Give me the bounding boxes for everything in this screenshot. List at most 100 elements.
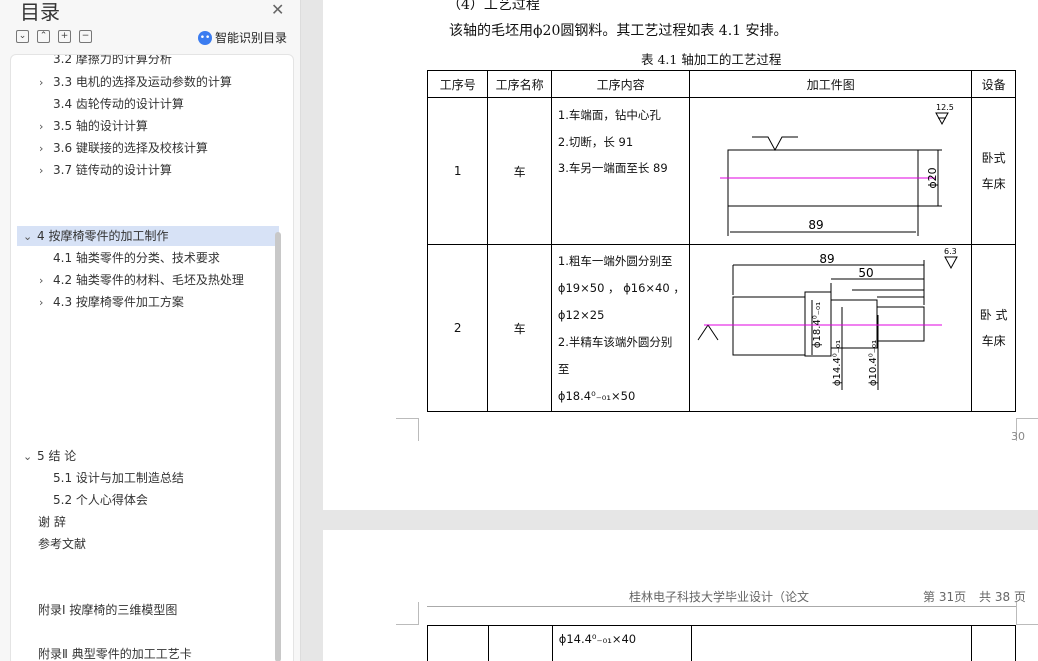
toc-item-label: 3.4 齿轮传动的设计计算 [53,97,184,111]
toc-item-4-1[interactable]: 4.1 轴类零件的分类、技术要求 [53,248,220,268]
dim-dia-14-4: ϕ14.4⁰₋₀₁ [832,340,843,386]
page-31: 桂林电子科技大学毕业设计（论文 第 31页 共 38 页 ϕ14.4⁰₋₀₁×4… [323,530,1038,661]
dim-diameter: ϕ20 [926,167,939,188]
toc-item-appendix-1[interactable]: 附录Ⅰ 按摩椅的三维模型图 [38,600,177,620]
chevron-right-icon: › [39,164,44,177]
toc-title: 目录 [20,0,60,24]
content-line: 1.粗车一端外圆分别至 [557,254,673,268]
content-line: 至 [557,362,570,376]
toc-item-label: 3.7 链传动的设计计算 [53,163,172,177]
chevron-down-icon: ⌄ [23,450,33,463]
toc-item-label: 4 按摩椅零件的加工制作 [37,229,169,243]
smart-toc-label: 智能识别目录 [215,31,288,45]
expand-up-icon[interactable]: ⌃ [37,30,50,43]
roughness-label: 12.5 [936,103,954,112]
header-cell: 工序名称 [487,70,552,98]
device-cell: 卧 式 车床 [971,244,1016,412]
page-corner-mark [396,418,419,441]
header-total: 共 38 页 [979,590,1026,604]
chevron-right-icon: › [39,274,44,287]
toc-item-references[interactable]: 参考文献 [38,534,86,554]
header-title: 桂林电子科技大学毕业设计（论文 [629,590,810,604]
roughness-label: 6.3 [944,247,957,256]
content-line: ϕ18.4⁰₋₀₁×50 [557,389,636,403]
part-drawing-2: 89 50 ϕ18.4⁰₋₀₁ ϕ14.4⁰₋₀₁ ϕ10.4⁰₋₀₁ 6.3 [697,247,959,390]
toc-item-4[interactable]: ⌄ 4 按摩椅零件的加工制作 [17,226,279,246]
toc-list: 3.2 摩擦力的计算分析 › 3.3 电机的选择及运动参数的计算 3.4 齿轮传动… [10,54,294,661]
document-view: （4）工艺过程 该轴的毛坯用ϕ20圆钢料。其工艺过程如表 4.1 安排。 表 4… [301,0,1038,661]
step-no: 2 [426,244,489,412]
section-heading: （4）工艺过程 [447,0,540,13]
toc-item-3-3[interactable]: › 3.3 电机的选择及运动参数的计算 [39,72,232,92]
toc-item-appendix-2[interactable]: 附录Ⅱ 典型零件的加工工艺卡 [38,644,192,661]
header-cell: 设备 [971,70,1016,98]
table-row: ϕ14.4⁰₋₀₁×40 [427,625,1016,661]
toc-scrollbar[interactable] [275,232,281,661]
page-30: （4）工艺过程 该轴的毛坯用ϕ20圆钢料。其工艺过程如表 4.1 安排。 表 4… [323,0,1038,510]
part-drawing-1: 89 ϕ20 12.5 [720,103,954,236]
content-line: 1.车端面，钻中心孔 [557,108,661,122]
header-cell: 工序号 [426,70,489,98]
device-line: 车床 [981,177,1006,191]
toc-item-label: 3.3 电机的选择及运动参数的计算 [53,75,232,89]
toc-item-label: 4.2 轴类零件的材料、毛坯及热处理 [53,273,244,287]
smart-toc-button[interactable]: •• 智能识别目录 [198,29,287,46]
add-heading-icon[interactable]: + [58,30,71,43]
toc-item-label: 3.2 摩擦力的计算分析 [53,54,172,66]
header-cell: 工序内容 [550,70,691,98]
part-drawing-cell: 89 50 ϕ18.4⁰₋₀₁ ϕ14.4⁰₋₀₁ ϕ10.4⁰₋₀₁ 6.3 [689,244,973,412]
toc-item-4-2[interactable]: › 4.2 轴类零件的材料、毛坯及热处理 [39,270,244,290]
dim-dia-10-4: ϕ10.4⁰₋₀₁ [868,340,879,386]
toc-item-4-3[interactable]: › 4.3 按摩椅零件加工方案 [39,292,184,312]
process-table: 工序号 工序名称 工序内容 加工件图 设备 1 车 1.车端面，钻中心孔 2.切… [426,70,1016,412]
device-line: 车床 [981,334,1006,348]
empty-cell [427,625,489,661]
toc-item-3-6[interactable]: › 3.6 键联接的选择及校核计算 [39,138,208,158]
device-cell: 卧式 车床 [971,97,1016,245]
toc-sidebar: 目录 ✕ ⌄ ⌃ + − •• 智能识别目录 3.2 摩擦力的计算分析 › 3.3… [0,0,301,661]
header-page: 第 31页 [923,590,967,604]
content-line: ϕ12×25 [557,308,605,322]
ai-icon: •• [198,30,212,45]
step-name: 车 [487,244,552,412]
toc-item-label: 3.6 键联接的选择及校核计算 [53,141,208,155]
toc-item-label: 4.1 轴类零件的分类、技术要求 [53,251,220,265]
toc-item-5-2[interactable]: 5.2 个人心得体会 [53,490,148,510]
toc-item-label: 5.2 个人心得体会 [53,493,148,507]
content-line: 3.车另一端面至长 89 [557,161,668,175]
page-corner-mark [1016,602,1038,625]
page-number: 30 [1011,430,1025,443]
process-table-continued: ϕ14.4⁰₋₀₁×40 [427,625,1016,661]
collapse-all-icon[interactable]: ⌄ [16,30,29,43]
chevron-right-icon: › [39,76,44,89]
toc-item-thanks[interactable]: 谢 辞 [38,512,66,532]
content-line: 2.切断，长 91 [557,134,634,149]
table-row: 1 车 1.车端面，钻中心孔 2.切断，长 91 3.车另一端面至长 89 89… [426,97,1016,245]
device-line: 卧式 [981,151,1006,165]
page-corner-mark [396,602,419,625]
dim-dia-18-4: ϕ18.4⁰₋₀₁ [812,302,823,348]
body-paragraph: 该轴的毛坯用ϕ20圆钢料。其工艺过程如表 4.1 安排。 [449,23,788,39]
toc-item-3-4[interactable]: 3.4 齿轮传动的设计计算 [53,94,184,114]
toc-item-3-2[interactable]: 3.2 摩擦力的计算分析 [39,54,172,69]
chevron-right-icon: › [39,120,44,133]
toc-item-label: 附录Ⅱ 典型零件的加工工艺卡 [38,647,192,661]
toc-item-label: 5.1 设计与加工制造总结 [53,471,184,485]
toc-item-label: 谢 辞 [38,515,66,529]
dim-50: 50 [859,266,874,280]
toc-item-label: 附录Ⅰ 按摩椅的三维模型图 [38,603,178,617]
toc-item-3-7[interactable]: › 3.7 链传动的设计计算 [39,160,172,180]
toc-item-5-1[interactable]: 5.1 设计与加工制造总结 [53,468,184,488]
toc-item-label: 4.3 按摩椅零件加工方案 [53,295,184,309]
chevron-right-icon: › [39,296,44,309]
part-drawing-cell: 89 ϕ20 12.5 [689,97,973,245]
toc-item-5[interactable]: ⌄ 5 结 论 [23,446,76,466]
header-rule [427,606,1016,607]
content-line: 2.半精车该端外圆分别 [557,335,673,349]
remove-heading-icon[interactable]: − [79,30,92,43]
toc-item-label: 5 结 论 [37,449,77,463]
close-icon[interactable]: ✕ [271,0,284,19]
empty-cell [690,625,973,661]
table-header-row: 工序号 工序名称 工序内容 加工件图 设备 [426,70,1016,98]
toc-item-3-5[interactable]: › 3.5 轴的设计计算 [39,116,148,136]
